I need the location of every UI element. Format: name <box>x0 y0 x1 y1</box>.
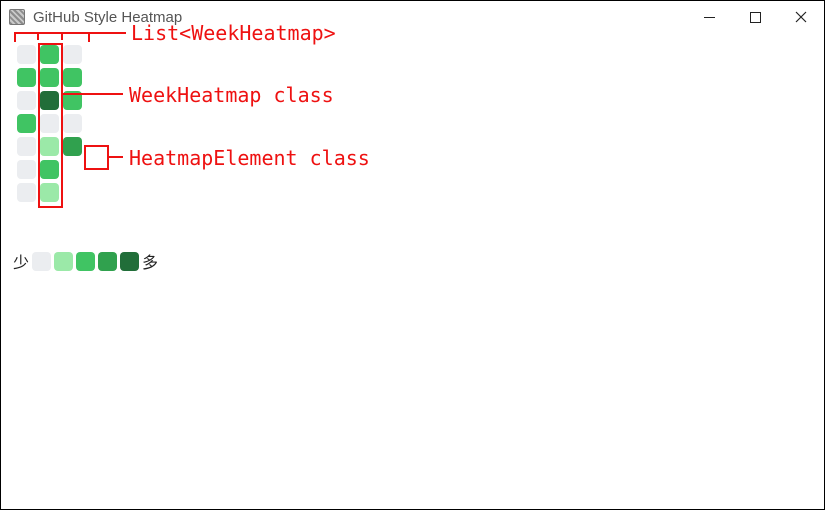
bracket-tick-1 <box>37 32 39 40</box>
heatmap-cell <box>63 114 82 133</box>
heatmap-cell <box>17 68 36 87</box>
title-bar: GitHub Style Heatmap <box>1 1 824 33</box>
app-window: GitHub Style Heatmap List<WeekHeatmap> W… <box>0 0 825 510</box>
heatmap-cell <box>17 160 36 179</box>
week-annotation-leader <box>63 93 123 95</box>
legend-swatch <box>54 252 73 271</box>
heatmap-cell <box>17 137 36 156</box>
legend-swatch <box>32 252 51 271</box>
week-annotation-box <box>38 43 63 208</box>
list-annotation-leader <box>86 32 126 34</box>
list-annotation-bracket <box>14 32 90 42</box>
minimize-button[interactable] <box>686 1 732 33</box>
window-buttons <box>686 1 824 33</box>
maximize-button[interactable] <box>732 1 778 33</box>
legend-high-label: 多 <box>142 249 158 273</box>
heatmap-cell <box>17 45 36 64</box>
legend-swatch <box>98 252 117 271</box>
heatmap-cell <box>63 68 82 87</box>
legend: 少 多 <box>13 249 158 273</box>
element-annotation-box <box>84 145 109 170</box>
element-annotation-text: HeatmapElement class <box>129 146 370 170</box>
heatmap-cell <box>63 137 82 156</box>
legend-swatches <box>32 252 139 271</box>
list-annotation-text: List<WeekHeatmap> <box>131 21 336 45</box>
week-annotation-text: WeekHeatmap class <box>129 83 334 107</box>
legend-low-label: 少 <box>13 249 29 273</box>
heatmap-cell <box>17 114 36 133</box>
app-icon <box>9 9 25 25</box>
client-area: List<WeekHeatmap> WeekHeatmap class Heat… <box>1 33 822 507</box>
heatmap-cell <box>17 91 36 110</box>
close-button[interactable] <box>778 1 824 33</box>
legend-swatch <box>76 252 95 271</box>
heatmap-cell <box>63 45 82 64</box>
legend-swatch <box>120 252 139 271</box>
bracket-tick-2 <box>61 32 63 40</box>
heatmap-week-column <box>63 45 82 202</box>
heatmap-week-column <box>17 45 36 202</box>
heatmap-cell <box>17 183 36 202</box>
element-annotation-leader <box>109 156 123 158</box>
